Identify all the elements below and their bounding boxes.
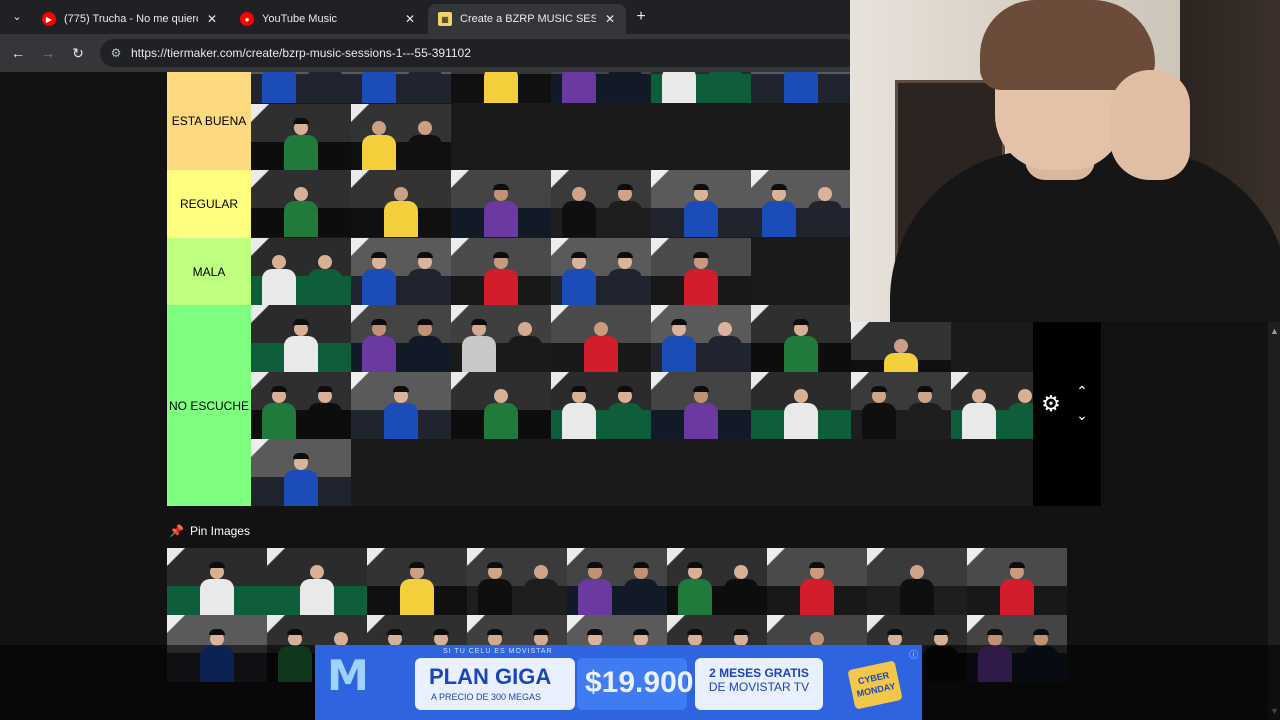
tier-image[interactable] [551, 305, 651, 372]
tier-image[interactable] [251, 372, 351, 439]
tier-image[interactable] [567, 548, 667, 615]
tier-settings-panel: ⚙ ⌃ ⌄ [1033, 322, 1101, 506]
address-bar[interactable]: ⚙ https://tiermaker.com/create/bzrp-musi… [100, 39, 860, 67]
tab-search-chevron-icon[interactable]: ⌄ [6, 7, 28, 27]
tier-image[interactable] [251, 72, 351, 103]
tier-image[interactable] [651, 305, 751, 372]
tier-image[interactable] [351, 72, 451, 103]
tier-image[interactable] [351, 104, 451, 171]
ad-info-icon[interactable]: ⓘ [909, 648, 918, 661]
tier-image[interactable] [367, 548, 467, 615]
tier-image[interactable] [351, 238, 451, 305]
tier-label[interactable]: MALA [167, 238, 251, 305]
tier-image[interactable] [251, 104, 351, 171]
tier-image[interactable] [451, 72, 551, 103]
tier-image[interactable] [551, 372, 651, 439]
tier-image[interactable] [251, 305, 351, 372]
tier-image[interactable] [451, 238, 551, 305]
tier-image[interactable] [251, 238, 351, 305]
move-down-icon[interactable]: ⌄ [1071, 406, 1093, 424]
tier-image[interactable] [551, 170, 651, 237]
tier-image[interactable] [451, 305, 551, 372]
forward-icon[interactable]: → [38, 43, 58, 63]
ad-banner[interactable]: M SI TU CELU ES MOVISTAR PLAN GIGA A PRE… [315, 645, 922, 720]
youtube-icon: ▶ [42, 12, 56, 26]
tier-image[interactable] [667, 548, 767, 615]
tier-image[interactable] [651, 72, 751, 103]
tier-label[interactable]: REGULAR [167, 170, 251, 238]
tier-image[interactable] [251, 439, 351, 506]
tier-image[interactable] [351, 305, 451, 372]
tier-image[interactable] [267, 548, 367, 615]
tier-image[interactable] [767, 548, 867, 615]
move-up-icon[interactable]: ⌃ [1071, 382, 1093, 400]
tier-image[interactable] [467, 548, 567, 615]
tier-image[interactable] [751, 372, 851, 439]
tier-image[interactable] [851, 372, 951, 439]
tab-trucha[interactable]: ▶ (775) Trucha - No me quiero ve ✕ [32, 4, 228, 34]
tier-image[interactable] [751, 305, 851, 372]
close-icon[interactable]: ✕ [602, 12, 618, 26]
cyber-monday-badge: CYBER MONDAY [847, 660, 903, 710]
ad-tv-box: 2 MESES GRATIS DE MOVISTAR TV [695, 658, 823, 710]
close-icon[interactable]: ✕ [402, 12, 418, 26]
tier-image[interactable] [751, 72, 851, 103]
tier-image[interactable] [867, 548, 967, 615]
pin-icon: 📌 [169, 524, 184, 538]
tier-image[interactable] [351, 372, 451, 439]
movistar-logo: M [327, 651, 369, 700]
tier-image[interactable] [451, 170, 551, 237]
tier-image[interactable] [751, 170, 851, 237]
tiermaker-icon: ▦ [438, 12, 452, 26]
youtube-music-icon: ● [240, 12, 254, 26]
gear-icon[interactable]: ⚙ [1039, 392, 1063, 416]
tier-image[interactable] [451, 372, 551, 439]
close-icon[interactable]: ✕ [204, 12, 220, 26]
new-tab-button[interactable]: + [632, 8, 650, 26]
tier-image[interactable] [251, 170, 351, 237]
tier-image[interactable] [167, 548, 267, 615]
tab-youtube-music[interactable]: ● YouTube Music ✕ [230, 4, 426, 34]
tier-image[interactable] [651, 372, 751, 439]
scroll-up-icon[interactable]: ▲ [1270, 326, 1279, 336]
tier-row-no-escuche: NO ESCUCHE [167, 305, 1101, 506]
tier-image[interactable] [967, 548, 1067, 615]
tier-image[interactable] [351, 170, 451, 237]
pin-images-toggle[interactable]: 📌 Pin Images [169, 524, 250, 538]
tier-label[interactable]: ESTA BUENA [167, 72, 251, 170]
tier-image[interactable] [651, 170, 751, 237]
tier-image[interactable] [551, 238, 651, 305]
back-icon[interactable]: ← [8, 43, 28, 63]
reload-icon[interactable]: ↻ [68, 43, 88, 63]
webcam-overlay [850, 0, 1280, 322]
tab-tiermaker[interactable]: ▦ Create a BZRP MUSIC SESSION ✕ [428, 4, 626, 34]
site-info-icon[interactable]: ⚙ [108, 45, 124, 61]
tier-label[interactable]: NO ESCUCHE [167, 305, 251, 506]
ad-plan-box: PLAN GIGA A PRECIO DE 300 MEGAS [415, 658, 575, 710]
tier-image[interactable] [651, 238, 751, 305]
tier-image[interactable] [551, 72, 651, 103]
ad-price-box: $19.900 [577, 658, 693, 710]
